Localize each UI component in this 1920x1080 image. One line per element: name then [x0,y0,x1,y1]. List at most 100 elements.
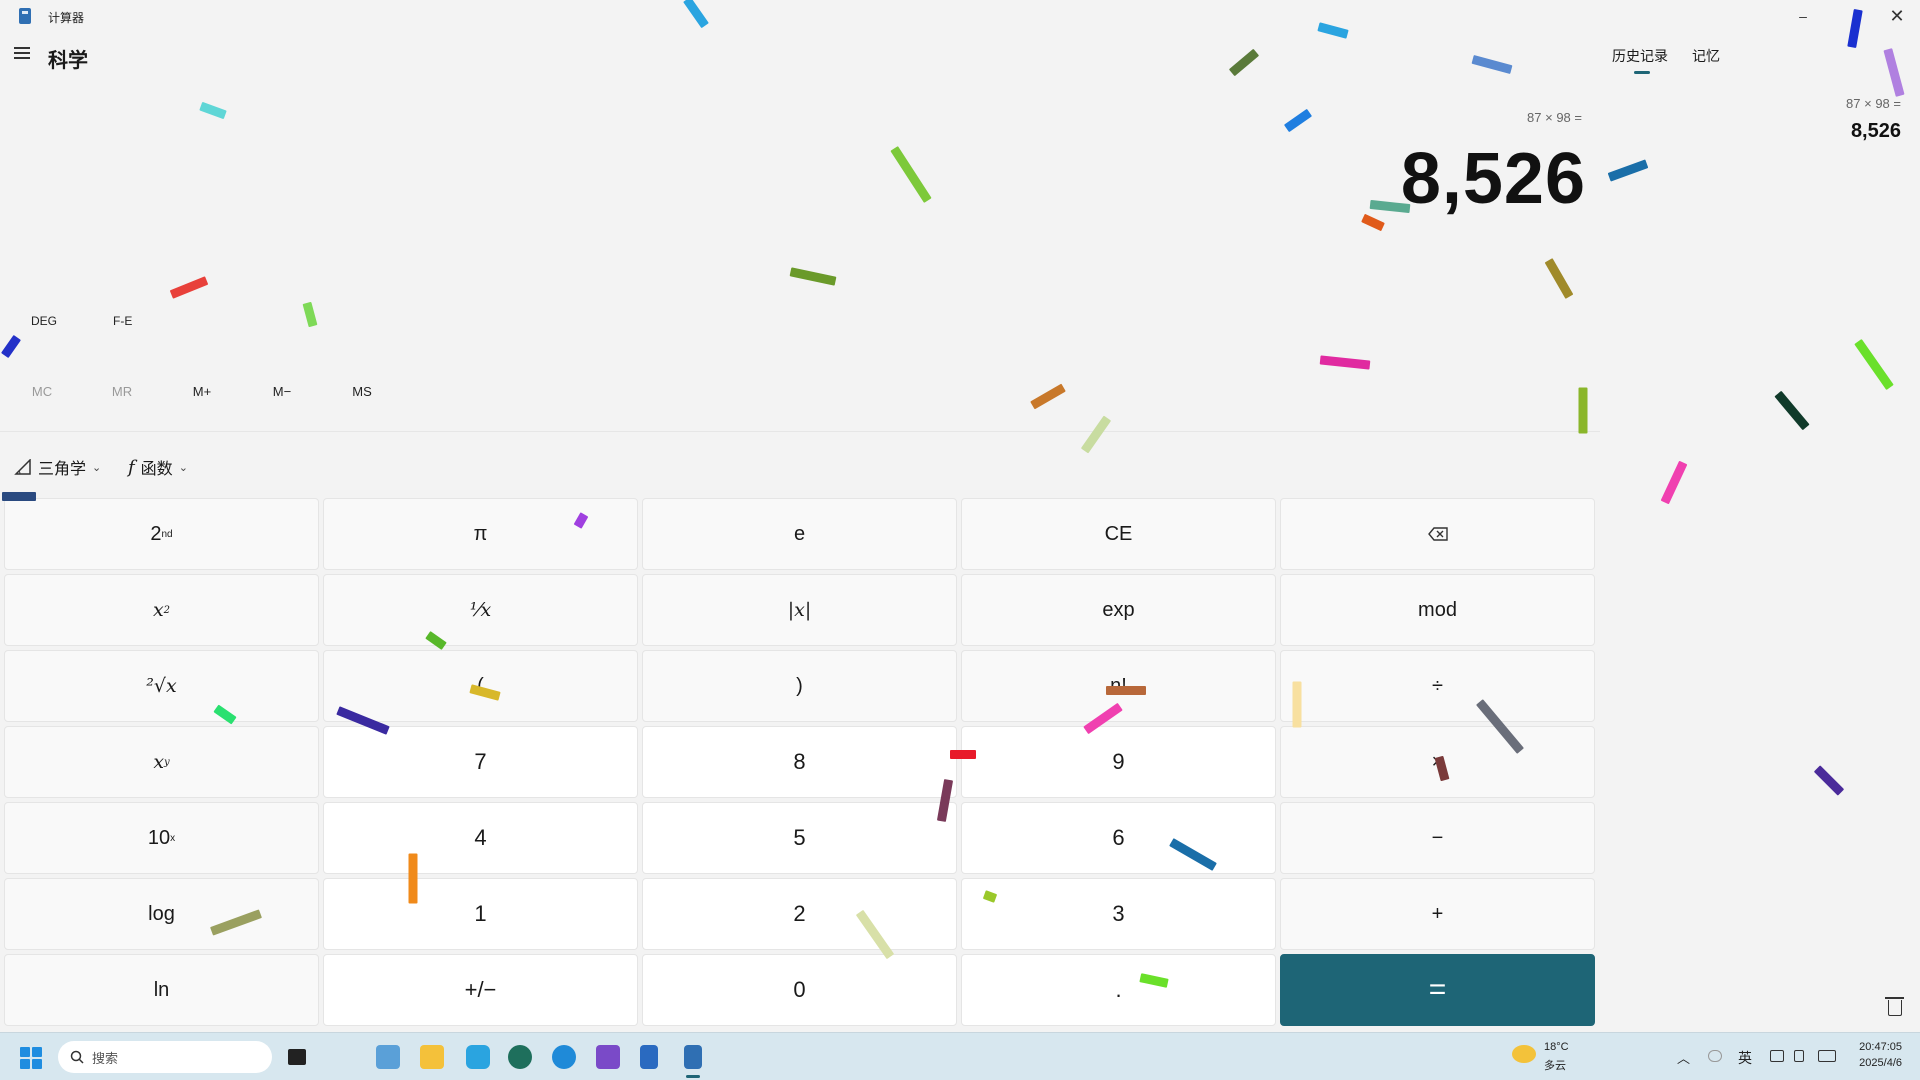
close-button[interactable]: ✕ [1874,0,1920,32]
windows-start-icon[interactable] [20,1047,42,1069]
log-button[interactable]: log [4,878,319,950]
trigonometry-dropdown[interactable]: 三角学 ⌄ [14,455,101,479]
confetti-piece [1544,258,1574,299]
history-item-result[interactable]: 8,526 [1851,120,1901,143]
equals-button[interactable]: = [1280,954,1595,1026]
hamburger-menu-icon[interactable] [14,47,30,59]
confetti-piece [408,853,418,904]
tab-memory[interactable]: 记忆 [1692,46,1720,66]
second-function-button[interactable]: 2nd [4,498,319,570]
calculator-taskbar-icon[interactable] [684,1045,702,1069]
clock-time[interactable]: 20:47:05 [1859,1041,1902,1053]
digit-9-button[interactable]: 9 [961,726,1276,798]
weather-temperature[interactable]: 18°C [1544,1041,1569,1053]
weather-cloud-icon[interactable] [1512,1045,1536,1063]
calculator-app-icon [19,8,31,24]
function-label: 函数 [140,461,173,478]
confetti-piece [1283,108,1313,133]
confetti-piece [1607,159,1649,182]
memory-store-button[interactable]: MS [332,384,392,399]
notepad-icon[interactable] [640,1045,658,1069]
tab-history[interactable]: 历史记录 [1612,46,1668,66]
input-method-indicator[interactable]: 英 [1738,1048,1752,1068]
minimize-button[interactable]: – [1780,0,1826,32]
backspace-button[interactable] [1280,498,1595,570]
fe-button[interactable]: F-E [113,314,132,328]
absolute-value-button[interactable]: |x| [642,574,957,646]
clear-entry-button[interactable]: CE [961,498,1276,570]
square-button[interactable]: x2 [4,574,319,646]
chevron-down-icon: ⌄ [178,461,188,474]
pi-button[interactable]: π [323,498,638,570]
confetti-piece [1471,54,1513,75]
digit-7-button[interactable]: 7 [323,726,638,798]
confetti-piece [1,334,21,359]
triangle-ruler-icon [14,459,31,475]
ln-button[interactable]: ln [4,954,319,1026]
weather-condition[interactable]: 多云 [1544,1057,1566,1073]
mod-button[interactable]: mod [1280,574,1595,646]
memory-add-button[interactable]: M+ [172,384,232,399]
confetti-piece [1292,681,1302,728]
confetti-piece [1774,390,1810,431]
battery-icon[interactable] [1818,1050,1836,1062]
divide-button[interactable]: ÷ [1280,650,1595,722]
close-paren-button[interactable]: ) [642,650,957,722]
confetti-piece [1106,686,1146,695]
euler-button[interactable]: e [642,498,957,570]
volume-icon[interactable] [1794,1050,1804,1062]
confetti-piece [302,301,318,328]
subtract-button[interactable]: − [1280,802,1595,874]
function-icon: f [128,456,135,478]
square-root-button[interactable]: ²√x [4,650,319,722]
ten-power-button[interactable]: 10 x [4,802,319,874]
chevron-down-icon: ⌄ [92,461,102,474]
history-item-expression[interactable]: 87 × 98 = [1846,96,1901,111]
power-button[interactable]: xy [4,726,319,798]
confetti-piece [789,267,837,286]
decimal-button[interactable]: . [961,954,1276,1026]
confetti-piece [1361,213,1385,232]
clock-date[interactable]: 2025/4/6 [1859,1057,1902,1069]
digit-3-button[interactable]: 3 [961,878,1276,950]
confetti-piece [1854,338,1894,391]
edge-browser-icon[interactable] [552,1045,576,1069]
confetti-piece [169,276,209,299]
add-button[interactable]: + [1280,878,1595,950]
title-bar: 计算器 – ✕ [0,0,1920,32]
memory-clear-button[interactable]: MC [12,384,72,399]
taskbar-search[interactable]: 搜索 [58,1041,272,1073]
widgets-icon[interactable] [376,1045,400,1069]
digit-0-button[interactable]: 0 [642,954,957,1026]
chatgpt-icon[interactable] [508,1045,532,1069]
digit-1-button[interactable]: 1 [323,878,638,950]
network-icon[interactable] [1770,1050,1784,1062]
digit-6-button[interactable]: 6 [961,802,1276,874]
digit-2-button[interactable]: 2 [642,878,957,950]
exp-button[interactable]: exp [961,574,1276,646]
trash-icon[interactable] [1885,997,1904,1016]
bilibili-icon[interactable] [466,1045,490,1069]
visual-studio-icon[interactable] [596,1045,620,1069]
ime-settings-icon[interactable] [1708,1050,1722,1062]
trigonometry-label: 三角学 [38,461,87,478]
tray-overflow-chevron-icon[interactable]: ︿ [1677,1048,1690,1067]
function-dropdown[interactable]: f 函数 ⌄ [128,455,188,479]
digit-4-button[interactable]: 4 [323,802,638,874]
digit-5-button[interactable]: 5 [642,802,957,874]
memory-recall-button[interactable]: MR [92,384,152,399]
task-view-icon[interactable] [288,1049,306,1065]
memory-subtract-button[interactable]: M− [252,384,312,399]
reciprocal-button[interactable]: ¹⁄x [323,574,638,646]
confetti-piece [1030,383,1066,410]
search-placeholder: 搜索 [92,1050,119,1066]
confetti-piece [1228,48,1260,77]
digit-8-button[interactable]: 8 [642,726,957,798]
angle-mode-button[interactable]: DEG [31,314,57,328]
taskbar: 搜索 18°C 多云 ︿ 英 20:47:05 2025/4/6 [0,1032,1920,1080]
confetti-piece [950,750,976,759]
file-explorer-icon[interactable] [420,1045,444,1069]
active-app-indicator [686,1075,700,1078]
negate-button[interactable]: +/− [323,954,638,1026]
confetti-piece [199,101,227,120]
